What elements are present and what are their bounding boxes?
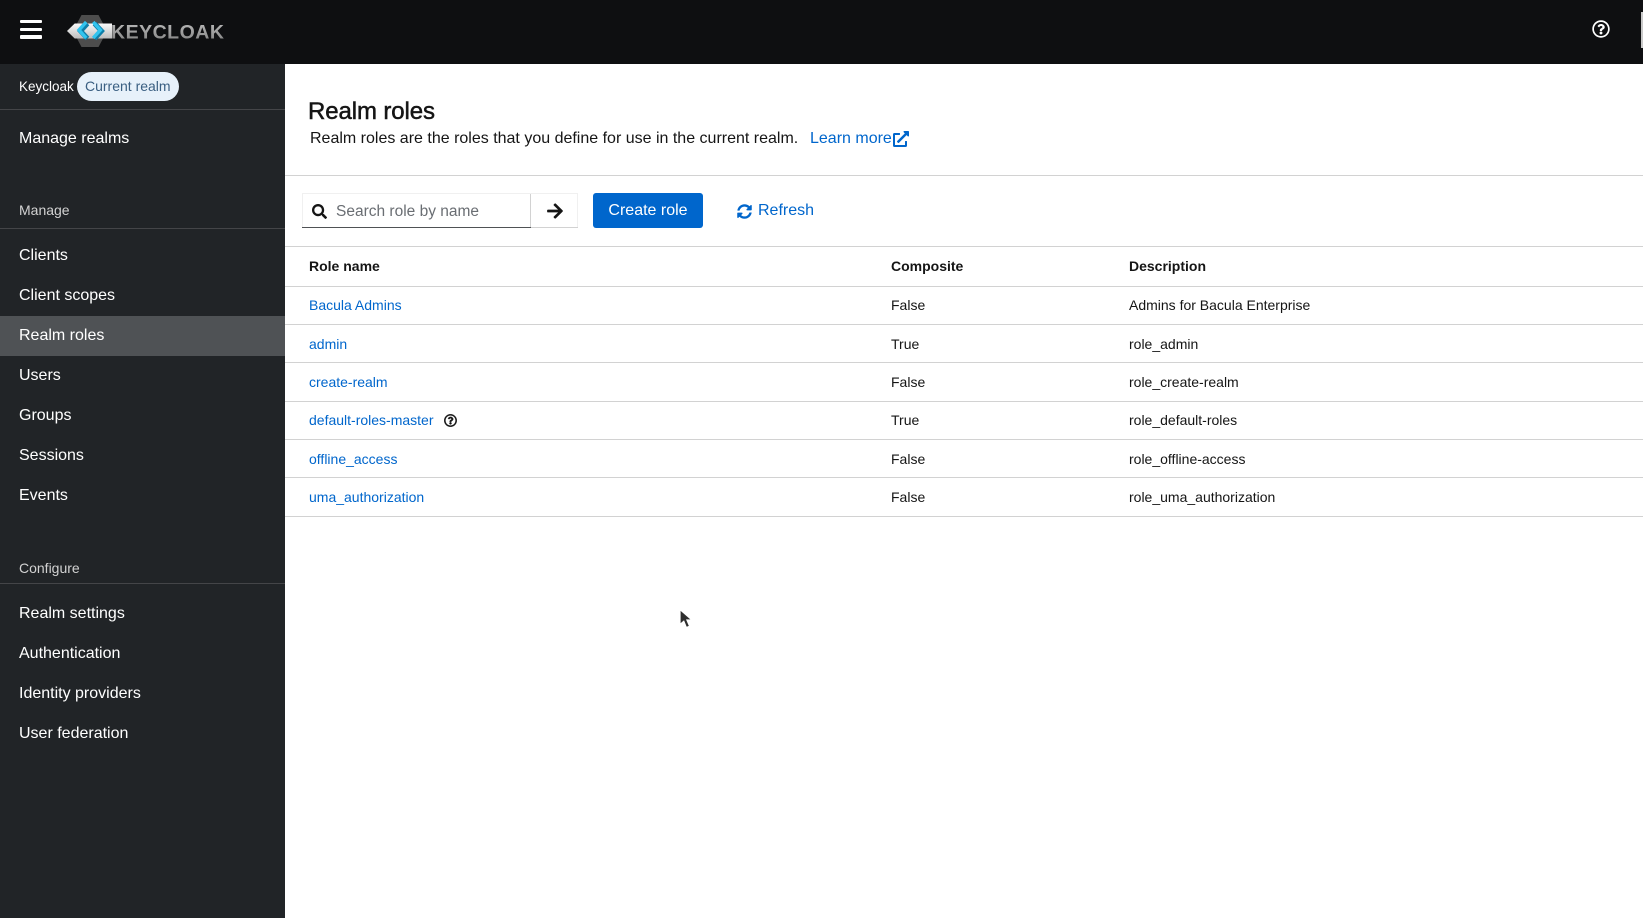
svg-text:KEYCLOAK: KEYCLOAK (111, 22, 224, 44)
